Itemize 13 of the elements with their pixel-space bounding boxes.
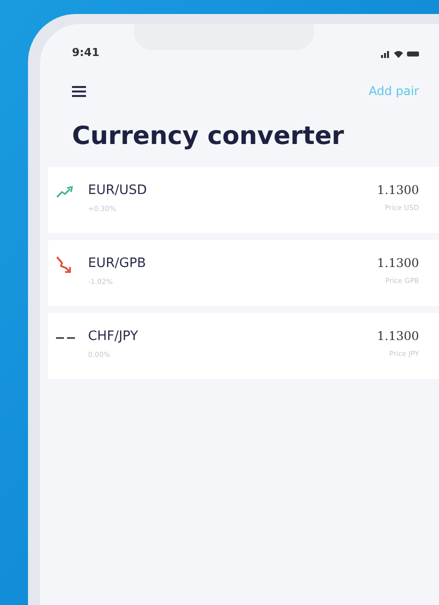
pair-rate: 1.1300 bbox=[377, 328, 419, 346]
pair-name: CHF/JPY bbox=[88, 328, 138, 346]
pair-rate: 1.1300 bbox=[377, 182, 419, 200]
page-title: Currency converter bbox=[71, 120, 345, 152]
pair-name: EUR/USD bbox=[88, 182, 147, 200]
status-time: 9:41 bbox=[72, 45, 100, 62]
trend-up-icon bbox=[56, 186, 76, 198]
trend-down-icon bbox=[56, 256, 74, 274]
pair-rate: 1.1300 bbox=[377, 255, 419, 272]
menu-icon[interactable] bbox=[72, 86, 86, 96]
trend-flat-icon bbox=[56, 336, 76, 340]
pair-name: EUR/GPB bbox=[88, 255, 146, 274]
status-icons bbox=[381, 49, 419, 58]
